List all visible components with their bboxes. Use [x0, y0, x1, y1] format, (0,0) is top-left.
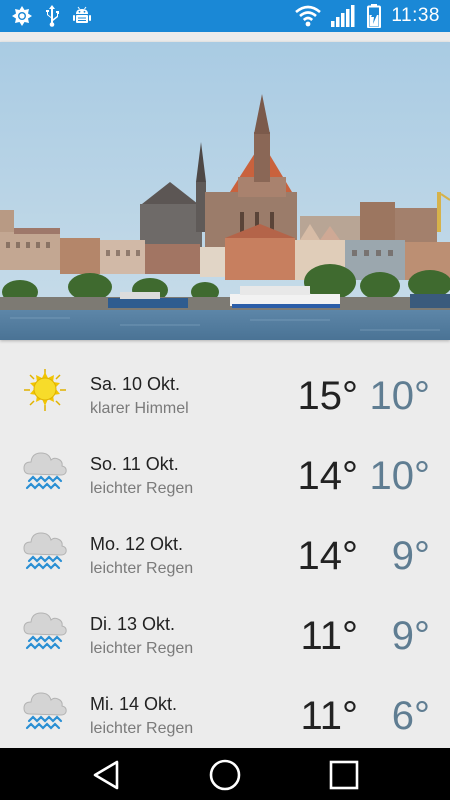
rain-cloud-icon [23, 692, 67, 730]
condition-label: leichter Regen [90, 720, 194, 737]
temp-high: 14° [297, 534, 359, 578]
temp-high: 14° [297, 454, 359, 498]
wifi-icon [295, 5, 322, 27]
usb-icon [46, 5, 59, 27]
temp-low: 10° [369, 454, 431, 498]
rain-cloud-icon [23, 532, 67, 570]
condition-label: klarer Himmel [90, 400, 189, 417]
forecast-row[interactable]: Di. 13 Okt. leichter Regen 11° 9° [0, 588, 450, 668]
day-label: Sa. 10 Okt. [90, 374, 181, 394]
temp-high: 11° [300, 614, 358, 658]
navigation-bar [0, 748, 450, 800]
temp-high: 15° [297, 374, 359, 418]
brightness-icon [12, 6, 32, 26]
temp-high: 11° [300, 694, 358, 738]
rain-cloud-icon [23, 452, 67, 490]
status-bar: 11:38 [0, 0, 450, 32]
rain-cloud-icon [23, 612, 67, 650]
day-label: Mi. 14 Okt. [90, 694, 178, 714]
forecast-row[interactable]: Mo. 12 Okt. leichter Regen 14° 9° [0, 508, 450, 588]
temp-low: 6° [391, 694, 430, 738]
recents-icon[interactable] [327, 758, 361, 792]
day-label: So. 11 Okt. [90, 454, 179, 474]
condition-label: leichter Regen [90, 560, 194, 577]
signal-icon [331, 5, 355, 27]
day-label: Mo. 12 Okt. [90, 534, 184, 554]
temp-low: 9° [391, 614, 430, 658]
condition-label: leichter Regen [90, 640, 194, 657]
sun-icon [24, 369, 66, 411]
condition-label: leichter Regen [90, 480, 194, 497]
forecast-row[interactable]: Sa. 10 Okt. klarer Himmel 15° 10° [0, 348, 450, 428]
forecast-row[interactable]: So. 11 Okt. leichter Regen 14° 10° [0, 428, 450, 508]
status-right-icons: 11:38 [295, 3, 440, 29]
forecast-row[interactable]: Mi. 14 Okt. leichter Regen 11° 6° [0, 668, 450, 748]
android-debug-icon [73, 6, 91, 23]
city-skyline-photo [0, 42, 450, 340]
forecast-list: Sa. 10 Okt. klarer Himmel 15° 10° So. 11… [0, 340, 450, 748]
day-label: Di. 13 Okt. [90, 614, 176, 634]
city-photo [0, 42, 450, 340]
back-icon[interactable] [90, 758, 124, 792]
battery-charging-icon [367, 4, 382, 28]
clock: 11:38 [391, 5, 440, 26]
temp-low: 10° [369, 374, 431, 418]
status-left-icons [12, 5, 92, 27]
temp-low: 9° [391, 534, 430, 578]
home-icon[interactable] [208, 758, 242, 792]
